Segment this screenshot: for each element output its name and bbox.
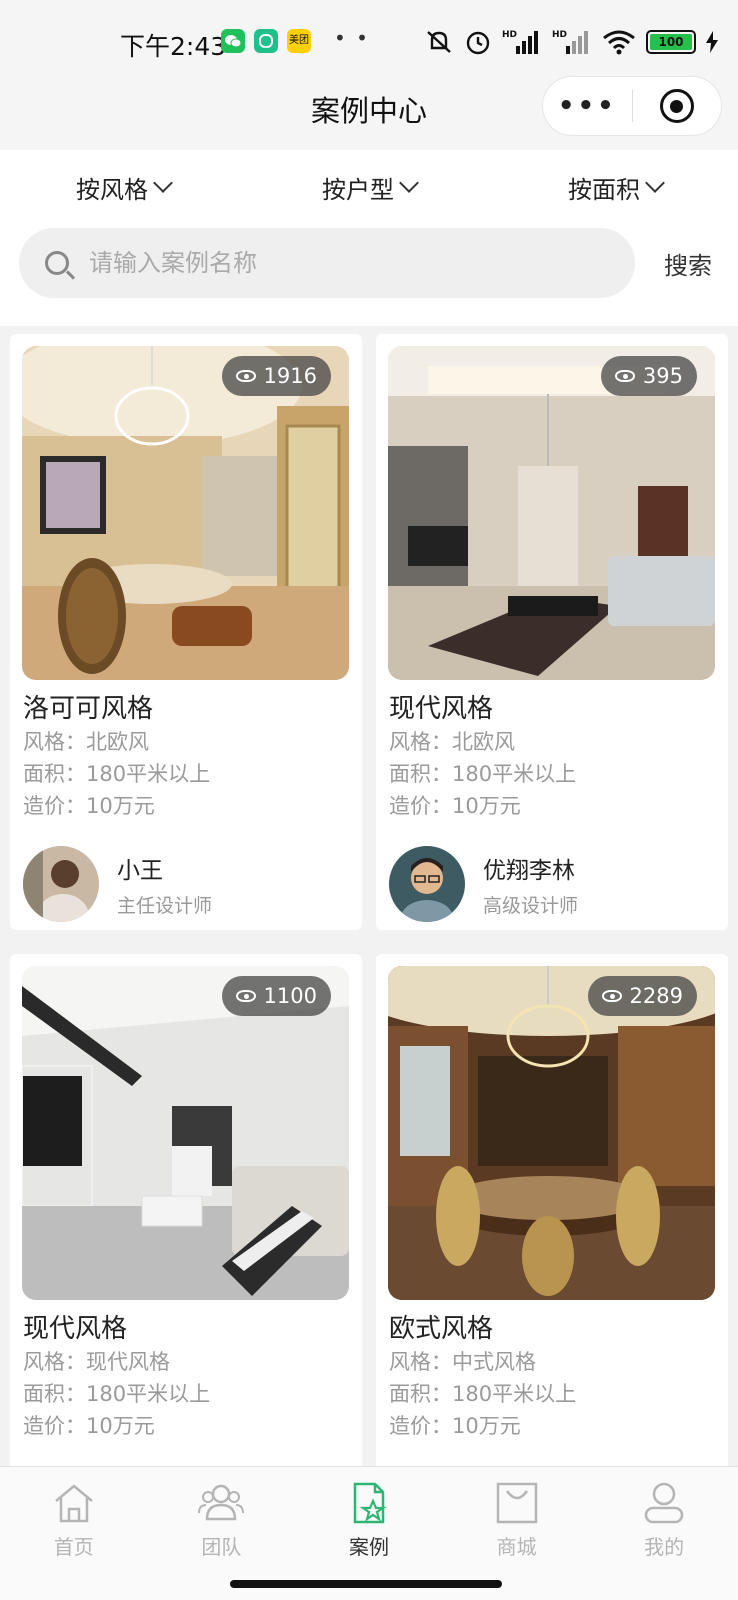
case-area: 面积：180平米以上 bbox=[389, 1382, 577, 1406]
search-input[interactable] bbox=[89, 249, 569, 277]
filter-layout[interactable]: 按户型 bbox=[246, 150, 492, 224]
team-icon bbox=[198, 1484, 245, 1521]
app-icon bbox=[254, 29, 278, 53]
case-title: 现代风格 bbox=[23, 1314, 128, 1344]
mute-icon bbox=[427, 31, 451, 53]
search-button[interactable]: 搜索 bbox=[664, 246, 712, 281]
designer-role: 高级设计师 bbox=[483, 894, 579, 917]
case-photo: 1100 bbox=[22, 966, 349, 1300]
bottom-tab-bar: 首页 团队 案例 商城 我的 bbox=[0, 1466, 738, 1570]
tab-shop-label: 商城 bbox=[496, 1535, 537, 1559]
mini-program-capsule: ••• bbox=[542, 76, 722, 136]
charging-icon bbox=[706, 31, 718, 53]
tab-case[interactable]: 案例 bbox=[295, 1467, 443, 1570]
view-count: 1100 bbox=[263, 984, 317, 1008]
designer-role: 主任设计师 bbox=[117, 894, 213, 917]
status-time: 下午2:43 bbox=[120, 32, 227, 61]
nav-bar: 案例中心 ••• bbox=[0, 74, 738, 150]
case-area: 面积：180平米以上 bbox=[23, 762, 211, 786]
battery-level: 100 bbox=[650, 34, 692, 50]
signal-icon-2: HD bbox=[552, 30, 588, 54]
avatar bbox=[23, 846, 99, 922]
case-style: 风格：中式风格 bbox=[389, 1350, 536, 1374]
case-cost: 造价：10万元 bbox=[389, 1414, 521, 1438]
case-area: 面积：180平米以上 bbox=[23, 1382, 211, 1406]
case-card[interactable]: 2289 欧式风格 风格：中式风格 面积：180平米以上 造价：10万元 bbox=[376, 954, 728, 1474]
home-indicator[interactable] bbox=[230, 1580, 502, 1588]
case-title: 欧式风格 bbox=[389, 1314, 494, 1344]
case-area: 面积：180平米以上 bbox=[389, 762, 577, 786]
case-cost: 造价：10万元 bbox=[23, 794, 155, 818]
eye-icon bbox=[614, 370, 635, 382]
battery-icon: 100 bbox=[646, 30, 696, 54]
case-style: 风格：现代风格 bbox=[23, 1350, 170, 1374]
view-count: 395 bbox=[642, 364, 683, 388]
status-bar: 下午2:43 美团 • • HD HD 100 bbox=[0, 0, 738, 84]
chevron-down-icon bbox=[399, 173, 419, 193]
filter-bar: 按风格 按户型 按面积 bbox=[0, 150, 738, 224]
profile-icon bbox=[644, 1482, 684, 1524]
tab-shop[interactable]: 商城 bbox=[443, 1467, 591, 1570]
tab-case-label: 案例 bbox=[348, 1535, 389, 1559]
case-photo: 395 bbox=[388, 346, 715, 680]
filter-area-label: 按面积 bbox=[568, 175, 640, 204]
filter-layout-label: 按户型 bbox=[322, 175, 394, 204]
tab-home-label: 首页 bbox=[53, 1535, 94, 1559]
home-icon bbox=[54, 1484, 93, 1523]
case-style: 风格：北欧风 bbox=[389, 730, 515, 754]
close-button[interactable] bbox=[633, 89, 722, 123]
view-count-badge: 2289 bbox=[587, 976, 697, 1016]
filter-style-label: 按风格 bbox=[76, 175, 148, 204]
case-title: 洛可可风格 bbox=[23, 694, 154, 724]
chevron-down-icon bbox=[153, 173, 173, 193]
case-card[interactable]: 395 现代风格 风格：北欧风 面积：180平米以上 造价：10万元 优翔李林 … bbox=[376, 334, 728, 930]
chevron-down-icon bbox=[645, 173, 665, 193]
view-count-badge: 395 bbox=[600, 356, 697, 396]
case-card[interactable]: 1916 洛可可风格 风格：北欧风 面积：180平米以上 造价：10万元 小王 … bbox=[10, 334, 362, 930]
meituan-icon: 美团 bbox=[287, 29, 311, 53]
case-icon bbox=[353, 1482, 387, 1524]
view-count-badge: 1100 bbox=[221, 976, 331, 1016]
svg-text:HD: HD bbox=[552, 30, 567, 40]
eye-icon bbox=[235, 990, 256, 1002]
tab-profile-label: 我的 bbox=[644, 1535, 685, 1559]
case-photo: 1916 bbox=[22, 346, 349, 680]
search-row: 搜索 bbox=[0, 224, 738, 326]
avatar bbox=[389, 846, 465, 922]
eye-icon bbox=[601, 990, 622, 1002]
case-style: 风格：北欧风 bbox=[23, 730, 149, 754]
status-icons: HD HD 100 bbox=[424, 28, 718, 56]
case-photo: 2289 bbox=[388, 966, 715, 1300]
filter-area[interactable]: 按面积 bbox=[492, 150, 738, 224]
wechat-icon bbox=[221, 29, 245, 53]
tab-home[interactable]: 首页 bbox=[0, 1467, 148, 1570]
more-button[interactable]: ••• bbox=[543, 91, 632, 121]
designer-name: 优翔李林 bbox=[483, 857, 575, 884]
case-cost: 造价：10万元 bbox=[389, 794, 521, 818]
eye-icon bbox=[235, 370, 256, 382]
search-box bbox=[19, 228, 635, 298]
designer-info[interactable]: 小王 主任设计师 bbox=[23, 846, 212, 922]
tab-team[interactable]: 团队 bbox=[148, 1467, 296, 1570]
case-cost: 造价：10万元 bbox=[23, 1414, 155, 1438]
signal-icon: HD bbox=[502, 30, 538, 54]
tab-profile[interactable]: 我的 bbox=[590, 1467, 738, 1570]
view-count: 2289 bbox=[629, 984, 683, 1008]
case-title: 现代风格 bbox=[389, 694, 494, 724]
view-count-badge: 1916 bbox=[221, 356, 331, 396]
designer-info[interactable]: 优翔李林 高级设计师 bbox=[389, 846, 578, 922]
tab-team-label: 团队 bbox=[201, 1535, 242, 1559]
svg-text:HD: HD bbox=[502, 30, 517, 40]
status-more-dots: • • bbox=[334, 26, 370, 50]
view-count: 1916 bbox=[263, 364, 317, 388]
wifi-icon bbox=[603, 30, 635, 55]
alarm-icon bbox=[466, 31, 490, 55]
case-card[interactable]: 1100 现代风格 风格：现代风格 面积：180平米以上 造价：10万元 bbox=[10, 954, 362, 1474]
filter-style[interactable]: 按风格 bbox=[0, 150, 246, 224]
designer-name: 小王 bbox=[117, 857, 163, 884]
target-icon bbox=[659, 89, 694, 123]
search-icon bbox=[45, 251, 69, 275]
shop-icon bbox=[496, 1482, 537, 1524]
